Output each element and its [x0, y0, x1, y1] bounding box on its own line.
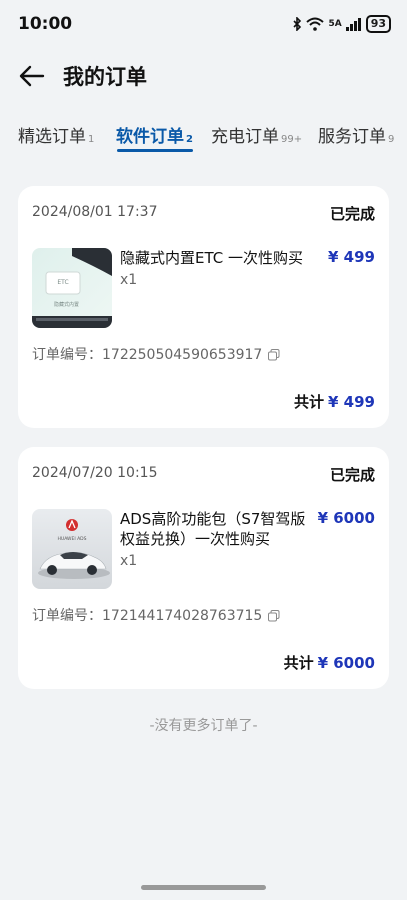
tab-featured-orders[interactable]: 精选订单 1 [18, 122, 94, 147]
tab-count: 9 [388, 134, 395, 145]
home-indicator[interactable] [141, 885, 266, 890]
tab-label: 软件订单 [116, 127, 184, 147]
status-time: 10:00 [18, 14, 73, 34]
back-arrow-icon[interactable] [18, 62, 46, 90]
bluetooth-icon [293, 17, 302, 31]
order-total: 共计 ¥ 499 [294, 391, 375, 412]
total-label: 共计 [294, 393, 325, 411]
tab-count: 99+ [281, 134, 303, 145]
order-status: 已完成 [329, 205, 375, 223]
order-number-value: 172144174028763715 [102, 608, 263, 624]
product-price: ¥ 499 [328, 248, 375, 266]
tab-label: 精选订单 [18, 127, 86, 147]
product-name: ADS高阶功能包（S7智驾版权益兑换）一次性购买 [120, 510, 306, 548]
total-label: 共计 [283, 654, 314, 672]
tab-charging-orders[interactable]: 充电订单 99+ [211, 122, 302, 147]
product-thumbnail: HUAWEI ADS [32, 509, 112, 589]
tab-count: 2 [186, 134, 193, 145]
wifi-icon [306, 17, 325, 31]
copy-icon[interactable] [268, 349, 280, 361]
product-quantity: x1 [120, 553, 138, 569]
header: 我的订单 [0, 52, 407, 100]
total-amount: ¥ 6000 [317, 654, 375, 672]
network-type-label: 5A [328, 19, 342, 29]
status-icons: 5A 93 [292, 15, 391, 33]
signal-icon [345, 17, 361, 31]
tab-count: 1 [88, 134, 95, 145]
copy-icon[interactable] [268, 610, 280, 622]
order-date: 2024/08/01 17:37 [32, 204, 158, 220]
etc-product-image: ETC 隐藏式内置 [32, 248, 112, 328]
tab-label: 服务订单 [318, 127, 386, 147]
thumb-etc-label: ETC [57, 279, 68, 286]
no-more-orders-text: -没有更多订单了- [149, 718, 258, 734]
total-amount: ¥ 499 [328, 393, 375, 411]
status-bar: 10:00 5A 93 [0, 0, 407, 48]
order-total: 共计 ¥ 6000 [284, 652, 375, 673]
product-price: ¥ 6000 [317, 509, 375, 527]
thumb-hidden-label: 隐藏式内置 [54, 301, 79, 308]
product-name: 隐藏式内置ETC 一次性购买 [120, 249, 304, 267]
product-thumbnail: ETC 隐藏式内置 [32, 248, 112, 328]
order-card[interactable]: 2024/07/20 10:15 已完成 HUAWEI ADS ADS高阶功能包… [18, 447, 389, 689]
page-title: 我的订单 [63, 65, 147, 89]
order-date: 2024/07/20 10:15 [32, 465, 158, 481]
order-number-label: 订单编号： [32, 608, 102, 624]
order-number-value: 172250504590653917 [102, 347, 263, 363]
tab-software-orders[interactable]: 软件订单 2 [116, 122, 193, 147]
product-quantity: x1 [120, 272, 138, 288]
order-status: 已完成 [329, 466, 375, 484]
tab-label: 充电订单 [211, 127, 279, 147]
ads-product-image: HUAWEI ADS [32, 509, 112, 589]
active-tab-indicator [117, 149, 193, 152]
thumb-ads-label: HUAWEI ADS [58, 536, 87, 542]
battery-icon: 93 [365, 15, 391, 33]
order-card[interactable]: 2024/08/01 17:37 已完成 ETC 隐藏式内置 隐藏式内置ETC … [18, 186, 389, 428]
order-number: 订单编号：172250504590653917 [32, 344, 280, 364]
order-number-label: 订单编号： [32, 347, 102, 363]
tab-service-orders[interactable]: 服务订单 9 [318, 122, 394, 147]
order-number: 订单编号：172144174028763715 [32, 605, 280, 625]
order-tabs: 精选订单 1 软件订单 2 充电订单 99+ 服务订单 9 [0, 116, 407, 156]
